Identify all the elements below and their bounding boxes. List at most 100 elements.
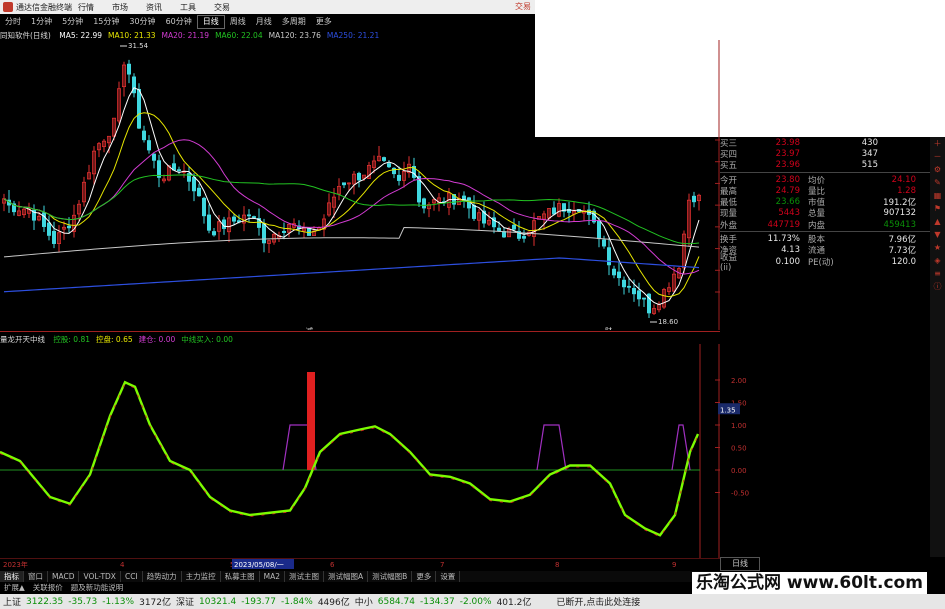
candles (2, 59, 702, 319)
period-tab-0[interactable]: 分时 (0, 16, 26, 28)
connection-status[interactable]: 已断开,点击此处连接 (556, 595, 640, 608)
candle-body (191, 177, 196, 192)
indicator-tab[interactable]: MACD (48, 571, 80, 582)
candle-body (471, 204, 476, 219)
period-tab-10[interactable]: 更多 (311, 16, 337, 28)
sz-value: 10321.4 (199, 596, 237, 607)
indicator-tab[interactable]: MA2 (260, 571, 286, 582)
indicator-tab[interactable]: 测试幅图B (368, 571, 413, 582)
candle-body (281, 230, 286, 233)
buy-signal-bar (307, 372, 315, 470)
grid-icon[interactable]: ▦ (933, 191, 942, 200)
sh-percent: -1.13% (102, 596, 135, 607)
indicator-tab[interactable]: CCI (121, 571, 143, 582)
ma-legend-prefix: 同知软件(日线) (0, 31, 51, 40)
info-icon[interactable]: ⓘ (933, 282, 942, 291)
period-tab-2[interactable]: 5分钟 (57, 16, 88, 28)
stat-value-2: 459413 (883, 219, 916, 230)
indicator-tab[interactable]: 窗口 (24, 571, 48, 582)
extension-tab[interactable]: 关联报价 (29, 583, 67, 593)
indicator-tab[interactable]: 测试主图 (285, 571, 325, 582)
period-tab-3[interactable]: 15分钟 (88, 16, 124, 28)
lock-icon[interactable]: ◈ (933, 256, 942, 265)
index-status-bar: 上证 3122.35 -35.73 -1.13% 3172亿 深证 10321.… (0, 594, 945, 609)
indicator-tick-label: -0.50 (731, 490, 749, 498)
candle-body (692, 195, 697, 203)
stat-value-2: 191.2亿 (883, 198, 916, 209)
sz-percent: -1.84% (280, 596, 313, 607)
menu-item-2[interactable]: 资讯 (146, 3, 162, 12)
candle-body (627, 285, 632, 288)
period-tab-7[interactable]: 周线 (225, 16, 251, 28)
period-tab-9[interactable]: 多周期 (277, 16, 311, 28)
stat-label-2: 市值 (808, 198, 826, 209)
zoom-out-icon[interactable]: － (933, 152, 942, 161)
candle-body (386, 163, 391, 168)
stat-label-2: 流通 (808, 246, 826, 257)
period-tab-5[interactable]: 60分钟 (161, 16, 197, 28)
settings-icon[interactable]: ⚙ (933, 165, 942, 174)
ma-legend-item: MA120: 23.76 (268, 31, 321, 40)
period-tab-1[interactable]: 1分钟 (26, 16, 57, 28)
menu-item-0[interactable]: 行情 (78, 3, 94, 12)
menu-item-1[interactable]: 市场 (112, 3, 128, 12)
indicator-tab[interactable]: 测试幅图A (324, 571, 369, 582)
stat-label: 最高 (720, 186, 738, 197)
candle-body (637, 290, 642, 300)
candle-body (261, 223, 266, 244)
draw-icon[interactable]: ✎ (933, 178, 942, 187)
arrow-down-icon[interactable]: ▼ (933, 230, 942, 239)
ma10-line (3, 112, 700, 298)
menu-item-4[interactable]: 交易 (214, 3, 230, 12)
stat-label-2: 量比 (808, 186, 826, 197)
stat-value-2: 907132 (883, 208, 916, 219)
candle-body (356, 172, 361, 181)
event-marker[interactable]: 减 (306, 326, 313, 330)
candle-body (632, 288, 637, 295)
stat-label-2: 总量 (808, 209, 826, 220)
stat-label: 最低 (720, 198, 738, 209)
indicator-tab[interactable]: 设置 (436, 571, 461, 582)
bid-label: 买四 (720, 149, 738, 160)
candle-body (602, 239, 607, 247)
indicator-tab[interactable]: 更多 (412, 571, 437, 582)
ma120-line (3, 227, 700, 258)
arrow-up-icon[interactable]: ▲ (933, 217, 942, 226)
period-tab-4[interactable]: 30分钟 (124, 16, 160, 28)
candle-body (612, 268, 617, 276)
indicator-legend-item: 中线买入: 0.00 (181, 335, 233, 344)
candle-body (607, 247, 612, 266)
event-marker[interactable]: 财 (605, 326, 612, 330)
stat-value-2: 7.73亿 (888, 246, 916, 257)
stat-value: 23.80 (775, 174, 800, 185)
period-tab-8[interactable]: 月线 (251, 16, 277, 28)
zoom-in-icon[interactable]: ＋ (933, 139, 942, 148)
period-tabs: 分时 1分钟 5分钟 15分钟 30分钟 60分钟 日线 周线 月线 多周期 更多 (0, 15, 535, 29)
menu-item-3[interactable]: 工具 (180, 3, 196, 12)
bid-volume: 515 (861, 160, 878, 171)
kline-chart[interactable]: 27.0026.0025.0024.0023.0022.0021.0020.00… (0, 40, 720, 330)
stat-label-2: PE(动) (808, 257, 834, 268)
candle-body (246, 214, 251, 217)
indicator-tab[interactable]: 私募主图 (221, 571, 260, 582)
candle-body (42, 212, 47, 227)
indicator-chart[interactable]: 2.001.501.000.500.00-0.501.35 (0, 344, 760, 558)
indicator-tab[interactable]: VOL-TDX (79, 571, 121, 582)
extension-tab[interactable]: 扩展▲ (0, 583, 29, 593)
list-icon[interactable]: ≡ (933, 269, 942, 278)
stat-label: 现量 (720, 209, 738, 220)
period-tab-6[interactable]: 日线 (196, 15, 225, 29)
indicator-tab[interactable]: 主力监控 (182, 571, 221, 582)
stat-value-2: 120.0 (891, 256, 916, 267)
indicator-tab[interactable]: 指标 (0, 571, 24, 582)
high-price-label: 31.54 (128, 42, 149, 50)
day-period-button[interactable]: 日线 (720, 557, 760, 571)
stat-value: 0.100 (775, 256, 800, 267)
trade-link[interactable]: 交易 (515, 1, 531, 12)
stat-row: 现量 5443 总量 907132 (720, 208, 930, 219)
flag-icon[interactable]: ⚑ (933, 204, 942, 213)
extension-tab[interactable]: 题及新功能说明 (67, 583, 128, 593)
indicator-tab[interactable]: 趋势动力 (143, 571, 182, 582)
candle-body (231, 216, 236, 222)
star-icon[interactable]: ★ (933, 243, 942, 252)
